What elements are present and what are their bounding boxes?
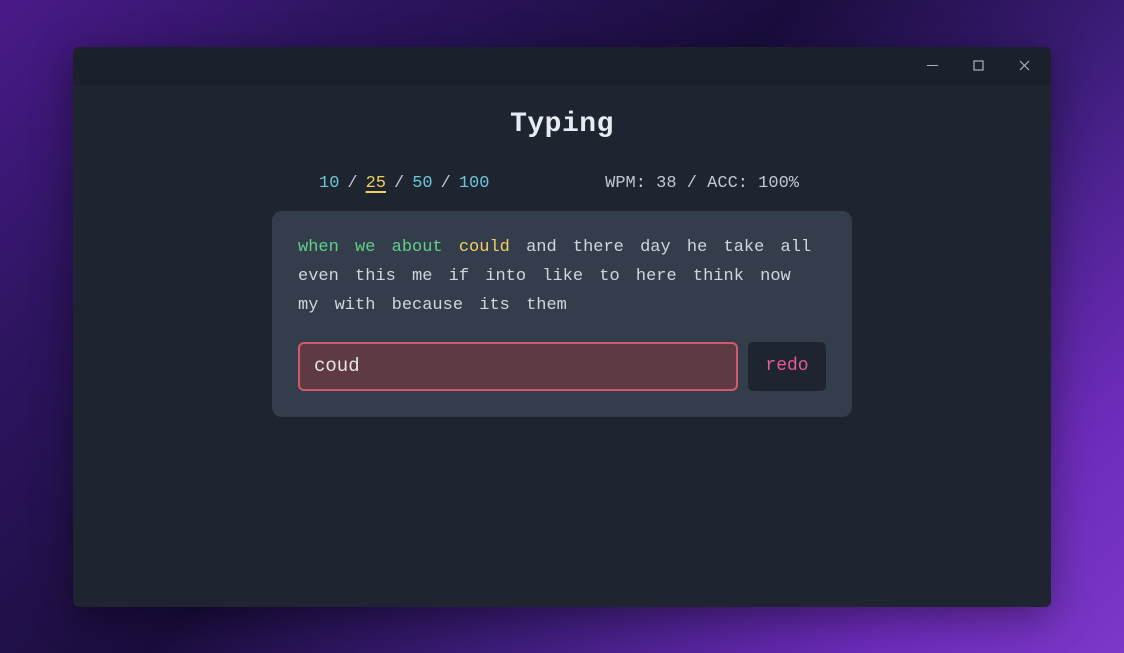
stats-readout: WPM: 38 / ACC: 100%	[605, 174, 799, 193]
word: all	[781, 238, 812, 257]
word: this	[355, 267, 396, 286]
word: here	[636, 267, 677, 286]
typing-panel: when we about could and there day he tak…	[272, 211, 852, 417]
word: even	[298, 267, 339, 286]
close-icon	[1019, 60, 1030, 71]
word: them	[526, 296, 567, 315]
maximize-button[interactable]	[955, 47, 1001, 85]
word-count-option-50[interactable]: 50	[412, 174, 432, 193]
minimize-icon	[927, 60, 938, 71]
minimize-button[interactable]	[909, 47, 955, 85]
close-button[interactable]	[1001, 47, 1047, 85]
word-count-option-10[interactable]: 10	[319, 174, 339, 193]
word: because	[392, 296, 463, 315]
word: we	[355, 238, 375, 257]
word: like	[542, 267, 583, 286]
word: if	[449, 267, 469, 286]
redo-button[interactable]: redo	[748, 342, 826, 391]
maximize-icon	[973, 60, 984, 71]
word-count-option-25[interactable]: 25	[366, 174, 386, 193]
separator: /	[394, 174, 404, 193]
word: into	[485, 267, 526, 286]
separator: /	[441, 174, 451, 193]
content-area: Typing 10/25/50/100 WPM: 38 / ACC: 100% …	[73, 85, 1051, 441]
word: think	[693, 267, 744, 286]
word: he	[687, 238, 707, 257]
word-list: when we about could and there day he tak…	[298, 233, 826, 320]
word: to	[599, 267, 619, 286]
typing-input[interactable]	[298, 342, 738, 391]
input-row: redo	[298, 342, 826, 391]
word: its	[479, 296, 510, 315]
word: there	[573, 238, 624, 257]
word-count-options: 10 / 25 / 50 / 100	[319, 174, 489, 193]
word: me	[412, 267, 432, 286]
word: and	[526, 238, 557, 257]
word: with	[335, 296, 376, 315]
page-title: Typing	[113, 109, 1011, 140]
word: take	[724, 238, 765, 257]
word: now	[760, 267, 791, 286]
word: day	[640, 238, 671, 257]
app-window: Typing 10/25/50/100 WPM: 38 / ACC: 100% …	[73, 47, 1051, 607]
word: about	[392, 238, 443, 257]
stats-bar: 10 / 25 / 50 / 100 WPM: 38 / ACC: 100%	[113, 174, 1011, 193]
word: my	[298, 296, 318, 315]
word-count-option-100[interactable]: 100	[459, 174, 490, 193]
word: could	[459, 238, 510, 257]
titlebar	[73, 47, 1051, 85]
separator: /	[347, 174, 357, 193]
word: when	[298, 238, 339, 257]
